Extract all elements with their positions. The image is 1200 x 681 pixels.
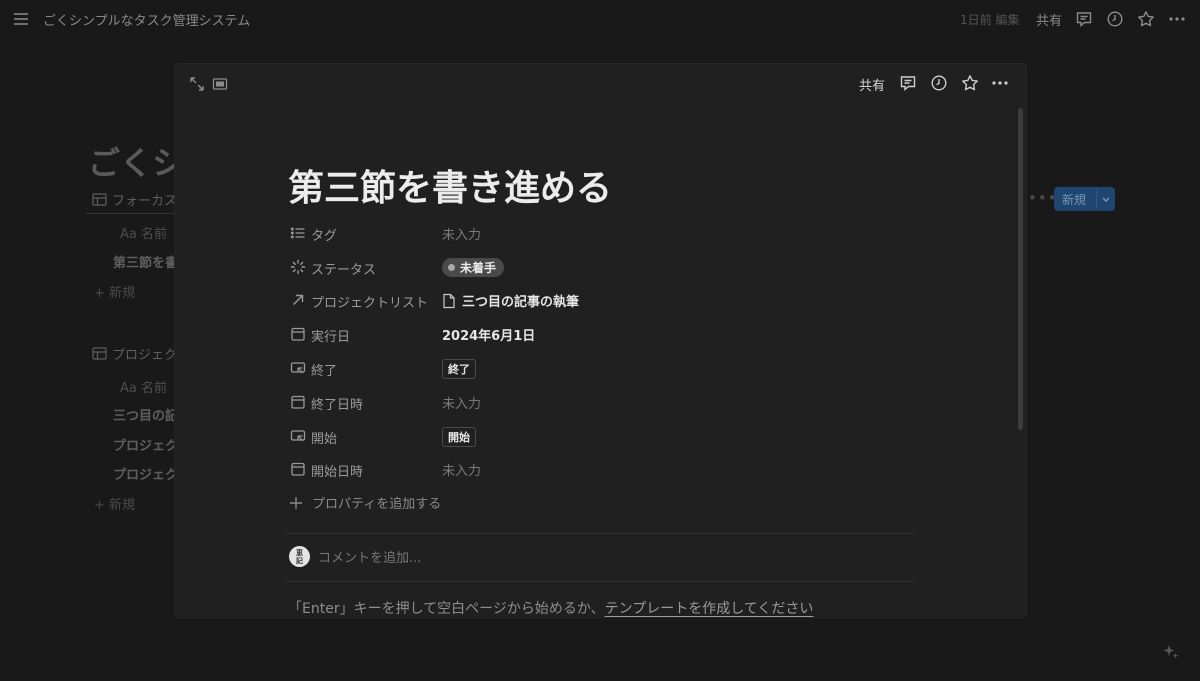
star-icon[interactable] <box>961 74 979 92</box>
empty-page-hint: 「Enter」キーを押して空白ページから始めるか、テンプレートを作成してください <box>288 598 813 617</box>
calendar-icon <box>291 395 305 409</box>
table-new-row-button[interactable]: + 新規 <box>94 282 135 301</box>
page-peek-modal: 共有 第三節を書き進める タグ 未入力 ステータス 未着手 プロジェクトリスト <box>175 64 1026 617</box>
divider <box>286 533 914 534</box>
status-icon <box>290 259 306 275</box>
share-button[interactable]: 共有 <box>859 75 885 94</box>
peek-mode-icon[interactable] <box>211 75 229 93</box>
add-property-button[interactable]: プロパティを追加する <box>288 493 441 512</box>
button-icon <box>290 430 306 442</box>
avatar-text: 記 <box>296 556 303 565</box>
share-button[interactable]: 共有 <box>1036 10 1062 29</box>
table-row[interactable]: 三つ目の記 <box>113 405 178 424</box>
button-icon <box>290 362 306 374</box>
property-name: 実行日 <box>311 330 351 345</box>
history-icon[interactable] <box>1106 10 1124 28</box>
property-name: 終了 <box>311 364 338 379</box>
new-entry-label: 新規 <box>1062 193 1087 207</box>
view-tab-label: プロジェク <box>112 348 178 363</box>
property-name: ステータス <box>311 263 377 278</box>
background-page-title: ごくシ <box>88 144 185 182</box>
finish-button[interactable]: 終了 <box>442 359 476 379</box>
plus-icon <box>290 496 302 509</box>
page-icon <box>443 293 455 308</box>
table-row[interactable]: プロジェク <box>113 435 178 454</box>
status-label: 未着手 <box>460 261 497 275</box>
create-template-link[interactable]: テンプレートを作成してください <box>605 601 814 617</box>
comment-input[interactable]: コメントを追加... <box>318 547 421 566</box>
start-button[interactable]: 開始 <box>442 427 476 447</box>
table-icon <box>92 193 107 206</box>
top-bar: ごくシンプルなタスク管理システム 1日前 編集 共有 <box>0 0 1200 38</box>
calendar-icon <box>291 327 305 341</box>
status-badge[interactable]: 未着手 <box>442 258 505 277</box>
table-header-name: Aa 名前 <box>120 227 167 242</box>
breadcrumb-page-title[interactable]: ごくシンプルなタスク管理システム <box>43 10 250 29</box>
table-new-row-button[interactable]: + 新規 <box>94 494 135 513</box>
property-row-start-time[interactable]: 開始日時 未入力 <box>288 458 928 482</box>
history-icon[interactable] <box>930 74 948 92</box>
comment-icon[interactable] <box>1075 10 1093 28</box>
property-row-exec-date[interactable]: 実行日 2024年6月1日 <box>288 323 928 347</box>
scrollbar[interactable] <box>1018 108 1023 430</box>
calendar-icon <box>291 462 305 476</box>
property-name: 開始日時 <box>311 465 364 480</box>
expand-icon[interactable] <box>188 75 206 93</box>
avatar-text: 恵 <box>296 548 303 557</box>
property-row-status[interactable]: ステータス 未着手 <box>288 256 928 280</box>
table-row[interactable]: プロジェク <box>113 464 178 483</box>
property-value-empty[interactable]: 未入力 <box>442 224 481 243</box>
relation-label: 三つ目の記事の執筆 <box>462 295 580 310</box>
avatar: 恵 記 <box>289 546 310 567</box>
view-tab-projects[interactable]: プロジェク <box>92 344 177 363</box>
status-dot <box>448 264 455 271</box>
hint-text: 「Enter」キーを押して空白ページから始めるか、 <box>288 601 605 617</box>
property-row-tags[interactable]: タグ 未入力 <box>288 222 928 246</box>
star-icon[interactable] <box>1137 10 1155 28</box>
property-name: タグ <box>311 229 338 244</box>
menu-icon[interactable] <box>12 10 30 28</box>
table-header-name: Aa 名前 <box>120 381 167 396</box>
table-row[interactable]: 第三節を書 <box>113 252 178 271</box>
property-value-wrap: 開始 <box>442 427 476 447</box>
view-tab-focus[interactable]: フォーカス <box>92 190 177 209</box>
property-value-empty[interactable]: 未入力 <box>442 393 481 412</box>
property-name: 開始 <box>311 432 338 447</box>
comment-icon[interactable] <box>899 74 917 92</box>
property-value-wrap: 未着手 <box>442 258 505 277</box>
page-title[interactable]: 第三節を書き進める <box>288 159 612 211</box>
more-icon[interactable] <box>1168 10 1186 28</box>
view-tab-label: フォーカス <box>112 194 178 209</box>
property-value-wrap: 終了 <box>442 359 476 379</box>
more-icon[interactable] <box>991 74 1009 92</box>
list-icon <box>290 227 305 239</box>
property-name: プロジェクトリスト <box>311 296 429 311</box>
property-row-finish[interactable]: 終了 終了 <box>288 357 928 381</box>
comment-row[interactable]: 恵 記 コメントを追加... <box>289 546 421 567</box>
relation-value[interactable]: 三つ目の記事の執筆 <box>442 291 579 310</box>
chevron-down-icon[interactable] <box>1100 190 1112 208</box>
last-edited-text: 1日前 編集 <box>960 13 1020 27</box>
property-row-start[interactable]: 開始 開始 <box>288 425 928 449</box>
view-tab-underline <box>86 213 176 214</box>
table-icon <box>92 347 107 360</box>
new-entry-button[interactable]: 新規 <box>1054 187 1115 211</box>
divider <box>286 581 914 582</box>
ai-sparkle-icon[interactable] <box>1162 643 1180 661</box>
button-separator <box>1096 190 1097 208</box>
property-name: 終了日時 <box>311 398 364 413</box>
property-value-empty[interactable]: 未入力 <box>442 460 481 479</box>
property-row-project[interactable]: プロジェクトリスト 三つ目の記事の執筆 <box>288 289 928 313</box>
date-value[interactable]: 2024年6月1日 <box>442 325 535 344</box>
relation-arrow-icon <box>293 294 304 305</box>
property-row-finish-time[interactable]: 終了日時 未入力 <box>288 391 928 415</box>
add-property-label: プロパティを追加する <box>312 497 442 512</box>
